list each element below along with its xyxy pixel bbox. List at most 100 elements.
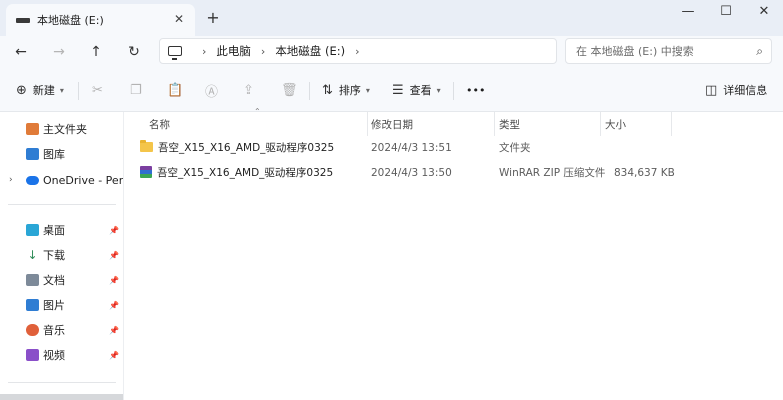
sidebar-item-music[interactable]: 音乐 📌	[0, 319, 123, 341]
clipboard-icon: 📋	[167, 82, 184, 98]
sidebar-item-downloads[interactable]: ↓ 下载 📌	[0, 244, 123, 266]
trash-icon: 🗑	[281, 82, 298, 98]
tab-local-disk-e[interactable]: 本地磁盘 (E:) ✕	[6, 4, 195, 36]
address-bar[interactable]: › 此电脑 › 本地磁盘 (E:) ›	[159, 38, 557, 64]
sidebar-item-label: 视频	[43, 349, 65, 362]
sidebar-item-onedrive[interactable]: › OneDrive - Personal	[0, 169, 124, 191]
sidebar-item-documents[interactable]: 文档 📌	[0, 269, 123, 291]
share-button[interactable]: ⇪	[243, 78, 260, 102]
new-button[interactable]: ⊕ 新建 ▾	[16, 78, 64, 102]
breadcrumb-local-disk[interactable]: 本地磁盘 (E:)	[275, 43, 345, 59]
winrar-archive-icon	[140, 166, 152, 178]
column-header-date[interactable]: 修改日期	[371, 112, 413, 136]
sidebar-item-label: 音乐	[43, 324, 65, 337]
delete-button[interactable]: 🗑	[281, 78, 304, 102]
download-icon: ↓	[27, 248, 38, 262]
sort-button[interactable]: ⇅ 排序 ▾	[322, 78, 370, 102]
pin-icon[interactable]: 📌	[109, 251, 119, 260]
sidebar-item-gallery[interactable]: 图库	[0, 143, 123, 165]
view-lines-icon: ☰	[392, 82, 404, 98]
pin-icon[interactable]: 📌	[109, 326, 119, 335]
search-icon[interactable]: ⌕	[756, 44, 763, 59]
search-box[interactable]: ⌕	[565, 38, 772, 64]
computer-icon	[168, 46, 182, 60]
sidebar-divider	[8, 204, 116, 205]
column-divider[interactable]	[671, 112, 672, 136]
sidebar-item-label: 图库	[43, 148, 65, 161]
minimize-button[interactable]: —	[668, 0, 708, 28]
folder-icon	[140, 140, 153, 152]
maximize-button[interactable]: ☐	[706, 0, 746, 28]
divider	[309, 82, 310, 100]
cloud-icon	[26, 175, 39, 185]
drive-icon	[16, 17, 30, 23]
details-label: 详细信息	[723, 84, 768, 97]
new-label: 新建	[32, 84, 55, 97]
desktop-icon	[26, 224, 39, 236]
column-header-type[interactable]: 类型	[499, 112, 520, 136]
sidebar-scrollbar[interactable]	[0, 394, 123, 400]
divider	[78, 82, 79, 100]
navigation-pane: 主文件夹 图库 › OneDrive - Personal 桌面 📌 ↓ 下载 …	[0, 112, 124, 400]
copy-button[interactable]: ❐	[130, 78, 148, 102]
file-name-cell[interactable]: 吾空_X15_X16_AMD_驱动程序0325	[140, 136, 334, 161]
column-header-size[interactable]: 大小	[605, 112, 626, 136]
sort-indicator-icon: ⌃	[254, 107, 261, 116]
column-divider[interactable]	[600, 112, 601, 136]
document-icon	[26, 274, 39, 286]
chevron-down-icon: ▾	[365, 85, 370, 95]
column-divider[interactable]	[494, 112, 495, 136]
sidebar-divider	[8, 382, 116, 383]
window-close-button[interactable]: ✕	[744, 0, 783, 28]
tab-strip: 本地磁盘 (E:) ✕ + — ☐ ✕	[0, 0, 783, 36]
pin-icon[interactable]: 📌	[109, 301, 119, 310]
sidebar-item-label: OneDrive - Personal	[43, 173, 124, 187]
file-name-cell[interactable]: 吾空_X15_X16_AMD_驱动程序0325	[140, 161, 333, 186]
pin-icon[interactable]: 📌	[109, 351, 119, 360]
tab-close-icon[interactable]: ✕	[171, 11, 187, 27]
file-list: ⌃ 名称 修改日期 类型 大小 吾空_X15_X16_AMD_驱动程序0325 …	[124, 107, 783, 400]
home-icon	[26, 123, 39, 135]
breadcrumb-chevron-icon[interactable]: ›	[355, 45, 359, 58]
tab-title: 本地磁盘 (E:)	[37, 14, 104, 27]
more-options-button[interactable]: •••	[466, 78, 485, 102]
plus-circle-icon: ⊕	[16, 82, 27, 98]
table-row[interactable]: 吾空_X15_X16_AMD_驱动程序0325 2024/4/3 13:51 文…	[124, 136, 783, 161]
copy-icon: ❐	[130, 82, 142, 98]
breadcrumb-chevron-icon[interactable]: ›	[202, 45, 206, 58]
file-name: 吾空_X15_X16_AMD_驱动程序0325	[157, 167, 334, 179]
scissors-icon: ✂	[92, 82, 103, 98]
sidebar-item-label: 下载	[43, 249, 65, 262]
forward-button[interactable]: →	[46, 39, 72, 65]
up-button[interactable]: ↑	[83, 39, 109, 65]
sidebar-item-label: 桌面	[43, 224, 65, 237]
chevron-down-icon: ▾	[436, 85, 441, 95]
pin-icon[interactable]: 📌	[109, 226, 119, 235]
rename-button[interactable]: Ⓐ	[205, 78, 224, 102]
view-button[interactable]: ☰ 查看 ▾	[392, 78, 441, 102]
sidebar-item-pictures[interactable]: 图片 📌	[0, 294, 123, 316]
new-tab-button[interactable]: +	[203, 9, 223, 29]
sidebar-item-label: 图片	[43, 299, 65, 312]
breadcrumb-chevron-icon[interactable]: ›	[261, 45, 265, 58]
details-pane-button[interactable]: ◫ 详细信息	[705, 78, 767, 102]
pin-icon[interactable]: 📌	[109, 276, 119, 285]
video-icon	[26, 349, 39, 361]
refresh-button[interactable]: ↻	[121, 39, 147, 65]
file-type: WinRAR ZIP 压缩文件	[499, 167, 606, 179]
sidebar-item-home[interactable]: 主文件夹	[0, 118, 123, 140]
column-header-name[interactable]: 名称	[149, 112, 170, 136]
column-divider[interactable]	[367, 112, 368, 136]
paste-button[interactable]: 📋	[167, 78, 189, 102]
chevron-right-icon[interactable]: ›	[9, 175, 13, 185]
breadcrumb-this-pc[interactable]: 此电脑	[216, 43, 251, 59]
file-date: 2024/4/3 13:50	[371, 167, 452, 179]
back-button[interactable]: ←	[8, 39, 34, 65]
cut-button[interactable]: ✂	[92, 78, 109, 102]
table-row[interactable]: 吾空_X15_X16_AMD_驱动程序0325 2024/4/3 13:50 W…	[124, 161, 783, 186]
search-input[interactable]	[576, 44, 746, 58]
sort-label: 排序	[338, 84, 361, 97]
sidebar-item-videos[interactable]: 视频 📌	[0, 344, 123, 366]
sidebar-item-desktop[interactable]: 桌面 📌	[0, 219, 123, 241]
file-type: 文件夹	[499, 142, 531, 154]
